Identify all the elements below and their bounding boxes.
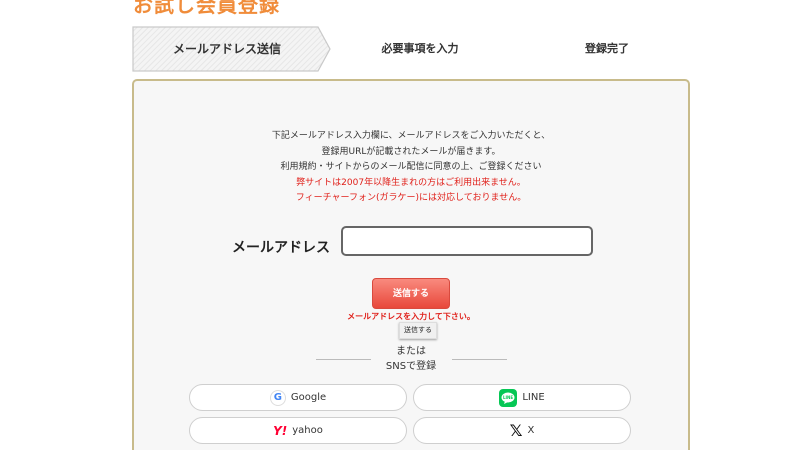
line-login-button[interactable]: LINE LINE [413,384,631,411]
registration-page: お試し会員登録 メールアドレス送信 必要事項を入力 登録完了 下記メールアドレス… [0,0,800,450]
instruction-notice: 下記メールアドレス入力欄に、メールアドレスをご入力いただくと、 登録用URLが記… [134,129,688,207]
yahoo-login-button[interactable]: Y! yahoo [189,417,407,444]
email-error-message: メールアドレスを入力して下さい。 [347,312,475,321]
x-login-button[interactable]: 𝕏 X [413,417,631,444]
sns-register-label: SNSで登録 [385,361,437,372]
google-label: Google [290,392,327,403]
line-label: LINE [522,392,545,403]
x-icon: 𝕏 [509,421,523,440]
step-1-label: メールアドレス送信 [172,42,281,56]
notice-line-1: 下記メールアドレス入力欄に、メールアドレスをご入力いただくと、 [271,131,551,141]
svg-text:LINE: LINE [503,395,513,400]
feature-phone-warning: フィーチャーフォン(ガラケー)には対応しておりません。 [295,193,527,203]
step-3-label: 登録完了 [585,42,629,55]
step-progress-bar: メールアドレス送信 必要事項を入力 登録完了 [132,26,688,72]
or-label: または [396,346,426,357]
notice-line-2: 登録用URLが記載されたメールが届きます。 [321,146,501,157]
yahoo-icon: Y! [273,423,288,438]
x-label: X [527,425,535,436]
send-button[interactable]: 送信する [372,278,450,309]
google-icon: G [269,389,286,406]
page-title: お試し会員登録 [133,0,280,17]
age-warning: 弊サイトは2007年以降生まれの方はご利用出来ません。 [296,177,526,188]
step-1-active: メールアドレス送信 [132,26,331,72]
notice-line-3: 利用規約・サイトからのメール配信に同意の上、ご登録ください [280,162,542,172]
sns-separator: または SNSで登録 [134,344,688,374]
step-2-label: 必要事項を入力 [381,42,459,55]
line-icon: LINE [499,388,518,407]
send-button-tooltip: 送信する [399,322,437,339]
registration-panel: 下記メールアドレス入力欄に、メールアドレスをご入力いただくと、 登録用URLが記… [132,79,690,450]
email-label: メールアドレス [232,240,330,256]
google-login-button[interactable]: G Google [189,384,407,411]
email-input[interactable] [341,226,593,256]
yahoo-label: yahoo [292,425,323,436]
